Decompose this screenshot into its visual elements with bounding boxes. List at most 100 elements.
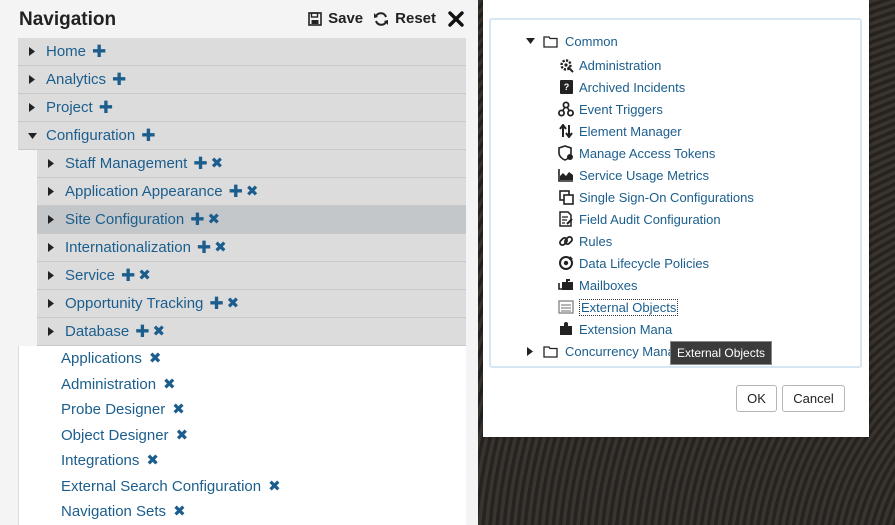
remove-icon[interactable]: ✖ bbox=[176, 428, 189, 443]
tree-item-label[interactable]: Mailboxes bbox=[579, 278, 638, 293]
remove-icon[interactable]: ✖ bbox=[138, 268, 151, 283]
tree-item-element-manager[interactable]: Element Manager bbox=[557, 120, 682, 142]
leaf-item-label[interactable]: Probe Designer bbox=[61, 401, 165, 418]
add-icon[interactable]: ✚ bbox=[141, 127, 155, 144]
tree-item-label[interactable]: Field Audit Configuration bbox=[579, 212, 721, 227]
cancel-button[interactable]: Cancel bbox=[782, 385, 845, 412]
close-button[interactable] bbox=[448, 10, 470, 27]
tree-item-label[interactable]: Internationalization bbox=[65, 239, 191, 256]
tree-item-label[interactable]: Home bbox=[46, 43, 86, 60]
leaf-item-external-search-configuration[interactable]: External Search Configuration ✖ bbox=[19, 473, 466, 499]
tree-item-manage-access-tokens[interactable]: Manage Access Tokens bbox=[557, 142, 715, 164]
add-icon[interactable]: ✚ bbox=[193, 155, 207, 172]
add-icon[interactable]: ✚ bbox=[197, 239, 211, 256]
save-button[interactable]: Save bbox=[308, 10, 363, 27]
remove-icon[interactable]: ✖ bbox=[163, 377, 176, 392]
caret-right-icon[interactable] bbox=[37, 299, 65, 308]
leaf-item-probe-designer[interactable]: Probe Designer ✖ bbox=[19, 397, 466, 423]
tree-item-administration[interactable]: Administration bbox=[557, 54, 661, 76]
tree-item-label[interactable]: Manage Access Tokens bbox=[579, 146, 715, 161]
tree-item-label[interactable]: Configuration bbox=[46, 127, 135, 144]
tree-item-analytics[interactable]: Analytics ✚ bbox=[18, 66, 466, 94]
remove-icon[interactable]: ✖ bbox=[173, 504, 186, 519]
tree-folder-label[interactable]: Common bbox=[565, 34, 618, 49]
leaf-item-label[interactable]: Administration bbox=[61, 376, 156, 393]
leaf-item-label[interactable]: Applications bbox=[61, 350, 142, 367]
tree-item-rules[interactable]: Rules bbox=[557, 230, 612, 252]
tree-item-staff-management[interactable]: Staff Management ✚ ✖ bbox=[37, 150, 466, 178]
caret-right-icon[interactable] bbox=[37, 215, 65, 224]
caret-right-icon[interactable] bbox=[37, 159, 65, 168]
tree-item-home[interactable]: Home ✚ bbox=[18, 38, 466, 66]
tree-folder-common[interactable]: Common bbox=[523, 30, 618, 52]
caret-down-icon[interactable] bbox=[18, 132, 46, 139]
tree-item-label[interactable]: Analytics bbox=[46, 71, 106, 88]
remove-icon[interactable]: ✖ bbox=[211, 156, 224, 171]
leaf-item-integrations[interactable]: Integrations ✖ bbox=[19, 448, 466, 474]
tree-item-label[interactable]: Staff Management bbox=[65, 155, 187, 172]
leaf-item-applications[interactable]: Applications ✖ bbox=[19, 346, 466, 372]
add-icon[interactable]: ✚ bbox=[209, 295, 223, 312]
tree-item-archived-incidents[interactable]: ? Archived Incidents bbox=[557, 76, 685, 98]
component-tree[interactable]: Common Administration ? Archived Inciden… bbox=[489, 18, 862, 368]
leaf-item-label[interactable]: Navigation Sets bbox=[61, 503, 166, 520]
add-icon[interactable]: ✚ bbox=[112, 71, 126, 88]
tree-item-project[interactable]: Project ✚ bbox=[18, 94, 466, 122]
tree-item-label[interactable]: Element Manager bbox=[579, 124, 682, 139]
tree-item-configuration[interactable]: Configuration ✚ bbox=[18, 122, 466, 150]
tree-item-label[interactable]: Extension Mana bbox=[579, 322, 672, 337]
add-icon[interactable]: ✚ bbox=[92, 43, 106, 60]
leaf-item-label[interactable]: Integrations bbox=[61, 452, 139, 469]
remove-icon[interactable]: ✖ bbox=[246, 184, 259, 199]
add-icon[interactable]: ✚ bbox=[190, 211, 204, 228]
caret-right-icon[interactable] bbox=[18, 47, 46, 56]
remove-icon[interactable]: ✖ bbox=[172, 402, 185, 417]
tree-item-database[interactable]: Database ✚ ✖ bbox=[37, 318, 466, 346]
ok-button[interactable]: OK bbox=[736, 385, 777, 412]
remove-icon[interactable]: ✖ bbox=[146, 453, 159, 468]
tree-item-mailboxes[interactable]: Mailboxes bbox=[557, 274, 638, 296]
remove-icon[interactable]: ✖ bbox=[268, 479, 281, 494]
remove-icon[interactable]: ✖ bbox=[208, 212, 221, 227]
tree-item-single-sign-on-configurations[interactable]: Single Sign-On Configurations bbox=[557, 186, 754, 208]
tree-item-opportunity-tracking[interactable]: Opportunity Tracking ✚ ✖ bbox=[37, 290, 466, 318]
leaf-item-administration[interactable]: Administration ✖ bbox=[19, 371, 466, 397]
tree-item-application-appearance[interactable]: Application Appearance ✚ ✖ bbox=[37, 178, 466, 206]
caret-right-icon[interactable] bbox=[37, 187, 65, 196]
leaf-item-navigation-sets[interactable]: Navigation Sets ✖ bbox=[19, 499, 466, 525]
caret-right-icon[interactable] bbox=[18, 103, 46, 112]
tree-item-label[interactable]: Rules bbox=[579, 234, 612, 249]
tree-item-label[interactable]: Opportunity Tracking bbox=[65, 295, 203, 312]
add-icon[interactable]: ✚ bbox=[99, 99, 113, 116]
tree-item-external-objects[interactable]: External Objects bbox=[557, 296, 679, 318]
tree-item-service[interactable]: Service ✚ ✖ bbox=[37, 262, 466, 290]
tree-item-data-lifecycle-policies[interactable]: Data Lifecycle Policies bbox=[557, 252, 709, 274]
add-icon[interactable]: ✚ bbox=[229, 183, 243, 200]
caret-right-icon[interactable] bbox=[523, 346, 537, 356]
tree-item-label[interactable]: Event Triggers bbox=[579, 102, 663, 117]
leaf-item-object-designer[interactable]: Object Designer ✖ bbox=[19, 422, 466, 448]
caret-right-icon[interactable] bbox=[37, 327, 65, 336]
tree-item-label[interactable]: Service Usage Metrics bbox=[579, 168, 709, 183]
tree-item-site-configuration[interactable]: Site Configuration ✚ ✖ bbox=[37, 206, 466, 234]
caret-right-icon[interactable] bbox=[18, 75, 46, 84]
add-icon[interactable]: ✚ bbox=[121, 267, 135, 284]
tree-item-label[interactable]: Application Appearance bbox=[65, 183, 223, 200]
caret-down-icon[interactable] bbox=[523, 38, 537, 44]
tree-item-label[interactable]: External Objects bbox=[579, 298, 679, 316]
reset-button[interactable]: Reset bbox=[373, 10, 436, 27]
tree-item-label[interactable]: Service bbox=[65, 267, 115, 284]
tree-item-label[interactable]: Site Configuration bbox=[65, 211, 184, 228]
caret-right-icon[interactable] bbox=[37, 243, 65, 252]
tree-item-label[interactable]: Data Lifecycle Policies bbox=[579, 256, 709, 271]
remove-icon[interactable]: ✖ bbox=[214, 240, 227, 255]
tree-item-event-triggers[interactable]: Event Triggers bbox=[557, 98, 663, 120]
leaf-item-label[interactable]: Object Designer bbox=[61, 427, 169, 444]
caret-right-icon[interactable] bbox=[37, 271, 65, 280]
remove-icon[interactable]: ✖ bbox=[152, 324, 165, 339]
tree-item-label[interactable]: Database bbox=[65, 323, 129, 340]
remove-icon[interactable]: ✖ bbox=[227, 296, 240, 311]
tree-item-label[interactable]: Single Sign-On Configurations bbox=[579, 190, 754, 205]
tree-item-field-audit-configuration[interactable]: Field Audit Configuration bbox=[557, 208, 721, 230]
tree-item-label[interactable]: Archived Incidents bbox=[579, 80, 685, 95]
